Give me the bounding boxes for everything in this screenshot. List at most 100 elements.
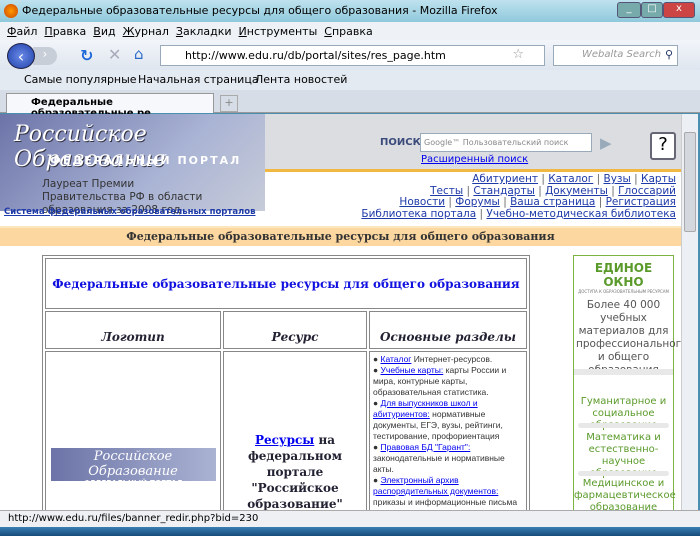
menu-view[interactable]: Вид <box>93 25 115 38</box>
side-brand-sub: ДОСТУПА К ОБРАЗОВАТЕЛЬНЫМ РЕСУРСАМ <box>578 289 669 294</box>
site-logo[interactable]: Российское Образование ФЕДЕРАЛЬНЫЙ ПОРТА… <box>0 114 265 216</box>
section-item: ● Правовая БД "Гарант": законодательные … <box>373 442 523 475</box>
resources-table: Федеральные образовательные ресурсы для … <box>42 255 530 510</box>
new-tab-button[interactable]: + <box>220 95 238 112</box>
column-header-logo: Логотип <box>45 311 221 349</box>
side-text: Более 40 000 учебных материалов для проф… <box>576 299 681 376</box>
resource-logo[interactable]: Российское Образование ФЕДЕРАЛЬНЫЙ ПОРТА… <box>50 448 216 487</box>
bookmarks-bar: Самые популярные Начальная страница Лент… <box>0 70 700 90</box>
nav-link[interactable]: Каталог <box>548 173 593 185</box>
sections-list: ● Каталог Интернет-ресурсов. ● Учебные ка… <box>369 351 527 510</box>
nav-separator: | <box>445 196 456 208</box>
url-text: http://www.edu.ru/db/portal/sites/res_pa… <box>185 49 446 62</box>
table-title: Федеральные образовательные ресурсы для … <box>45 258 527 309</box>
nav-separator: | <box>463 184 474 197</box>
section-item: ● Для выпускников школ и абитуриентов: н… <box>373 398 523 442</box>
side-link-medical[interactable]: Медицинское и фармацевтическое образован… <box>574 478 676 510</box>
search-go-icon[interactable]: ▶ <box>600 134 612 152</box>
firefox-icon <box>4 4 18 18</box>
bullet-icon: ● <box>373 442 381 452</box>
menu-bookmarks[interactable]: Закладки <box>176 25 232 38</box>
menu-help[interactable]: Справка <box>324 25 372 38</box>
back-button[interactable]: ‹ <box>7 43 35 69</box>
section-link[interactable]: Учебные карты: <box>381 365 444 375</box>
url-bar[interactable]: http://www.edu.ru/db/portal/sites/res_pa… <box>160 45 545 66</box>
side-banner[interactable]: ЕДИНОЕ ОКНО ДОСТУПА К ОБРАЗОВАТЕЛЬНЫМ РЕ… <box>573 255 681 510</box>
menu-file[interactable]: Файл <box>7 25 37 38</box>
resources-link[interactable]: Ресурсы <box>255 433 314 447</box>
side-divider <box>578 471 669 476</box>
close-icon[interactable]: x <box>663 2 695 18</box>
minimize-icon[interactable]: _ <box>617 2 641 18</box>
bookmark-popular[interactable]: Самые популярные <box>24 73 137 86</box>
nav-links: Абитуриент | Каталог | Вузы | Карты Тесты… <box>361 173 676 221</box>
menu-history[interactable]: Журнал <box>123 25 169 38</box>
reload-icon[interactable]: ↻ <box>80 46 93 65</box>
section-text: приказы и информационные письма <box>373 497 518 507</box>
nav-link[interactable]: Регистрация <box>606 196 676 208</box>
maximize-icon[interactable]: □ <box>641 2 663 18</box>
nav-link[interactable]: Новости <box>399 196 445 208</box>
section-link[interactable]: Каталог <box>381 354 412 364</box>
nav-separator: | <box>537 173 549 185</box>
page-content: Российское Образование ФЕДЕРАЛЬНЫЙ ПОРТА… <box>0 114 681 510</box>
system-portals-link[interactable]: Система федеральных образовательных порт… <box>4 207 256 217</box>
nav-separator: | <box>534 184 546 197</box>
nav-link[interactable]: Учебно-методическая библиотека <box>486 208 676 220</box>
search-bar[interactable]: Webalta Search ⚲ <box>553 45 678 66</box>
home-icon[interactable]: ⌂ <box>134 45 144 63</box>
nav-link[interactable]: Библиотека портала <box>361 208 476 220</box>
nav-row: Библиотека портала | Учебно-методическая… <box>361 208 676 221</box>
nav-link[interactable]: Документы <box>545 185 608 197</box>
menu-tools[interactable]: Инструменты <box>239 25 318 38</box>
search-placeholder: Webalta Search <box>582 49 662 60</box>
nav-link[interactable]: Абитуриент <box>472 173 538 185</box>
column-header-sections: Основные разделы <box>369 311 527 349</box>
search-icon[interactable]: ⚲ <box>665 48 673 61</box>
section-item: ● Учебные карты: карты России и мира, ко… <box>373 365 523 398</box>
nav-link[interactable]: Вузы <box>604 173 631 185</box>
nav-link[interactable]: Глоссарий <box>618 185 676 197</box>
star-icon[interactable]: ☆ <box>512 47 524 62</box>
bookmark-home[interactable]: Начальная страница <box>138 73 259 86</box>
nav-link[interactable]: Ваша страница <box>510 196 595 208</box>
table-row: Российское Образование ФЕДЕРАЛЬНЫЙ ПОРТА… <box>45 351 527 510</box>
bullet-icon: ● <box>373 354 381 364</box>
section-link[interactable]: Правовая БД "Гарант": <box>381 442 471 452</box>
nav-link[interactable]: Тесты <box>430 185 463 197</box>
site-header: Российское Образование ФЕДЕРАЛЬНЫЙ ПОРТА… <box>0 114 681 219</box>
taskbar <box>0 527 700 536</box>
page-heading: Федеральные образовательные ресурсы для … <box>0 226 681 246</box>
title-bar: Федеральные образовательные ресурсы для … <box>0 0 700 22</box>
bullet-icon: ● <box>373 398 381 408</box>
resource-logo-subtitle: ФЕДЕРАЛЬНЫЙ ПОРТАЛ <box>83 479 183 487</box>
nav-link[interactable]: Стандарты <box>473 185 535 197</box>
stop-icon[interactable]: ✕ <box>108 45 121 64</box>
site-search-input[interactable]: Google™ Пользовательский поиск <box>420 133 592 152</box>
forward-button[interactable]: › <box>33 47 57 65</box>
nav-separator: | <box>593 173 604 185</box>
nav-separator: | <box>499 196 511 208</box>
vertical-scrollbar[interactable] <box>681 114 698 510</box>
section-item: ● Каталог Интернет-ресурсов. <box>373 354 523 365</box>
nav-separator: | <box>630 173 642 185</box>
advanced-search-link[interactable]: Расширенный поиск <box>421 154 528 165</box>
side-brand: ЕДИНОЕ ОКНО <box>594 261 653 289</box>
search-label: ПОИСК <box>380 137 421 148</box>
tab-active[interactable]: Федеральные образовательные ре... <box>6 93 214 119</box>
nav-link[interactable]: Форумы <box>455 196 500 208</box>
scrollbar-thumb[interactable] <box>684 132 696 232</box>
help-button[interactable]: ? <box>650 132 676 160</box>
menu-bar: Файл Правка Вид Журнал Закладки Инструменты Сп… <box>0 22 700 40</box>
nav-separator: | <box>595 196 606 208</box>
logo-subtitle: ФЕДЕРАЛЬНЫЙ ПОРТАЛ <box>50 154 242 167</box>
resource-logo-title: Российское Образование <box>88 449 178 479</box>
side-divider <box>574 369 673 375</box>
bookmark-news[interactable]: Лента новостей <box>255 73 347 86</box>
menu-edit[interactable]: Правка <box>44 25 86 38</box>
bullet-icon: ● <box>373 475 381 485</box>
bullet-icon: ● <box>373 365 381 375</box>
nav-link[interactable]: Карты <box>641 173 676 185</box>
side-divider <box>578 423 669 428</box>
section-link[interactable]: Электронный архив распорядительных докум… <box>373 475 498 496</box>
